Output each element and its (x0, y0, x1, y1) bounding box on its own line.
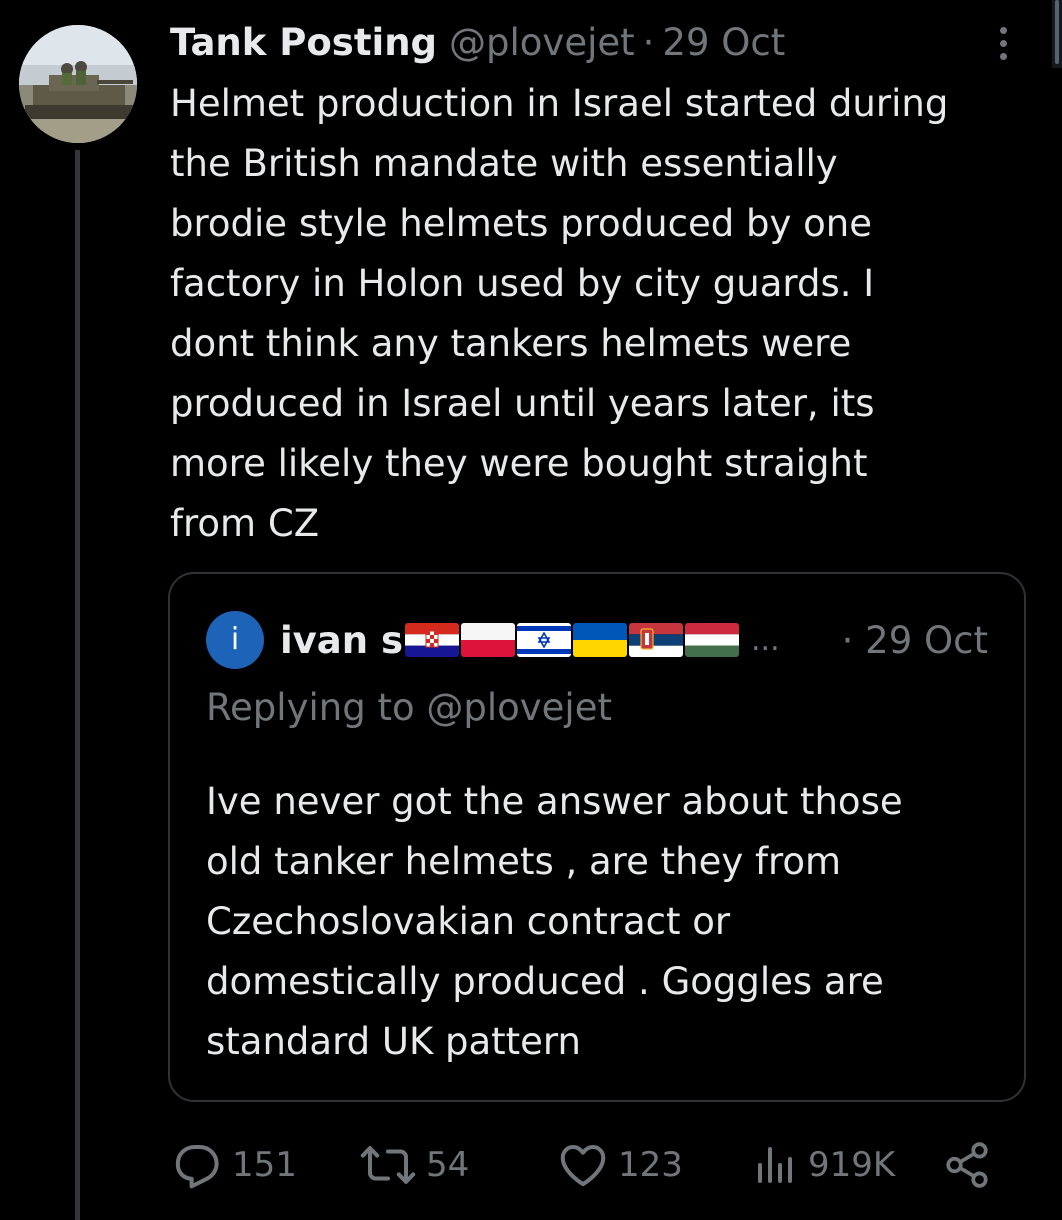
israel-flag (517, 623, 572, 657)
tweet-header: Tank Posting @plovejet · 29 Oct (170, 18, 785, 68)
header-separator: · (642, 21, 655, 64)
thread-line (75, 150, 80, 1220)
tweet-date[interactable]: 29 Oct (662, 18, 785, 68)
share-button[interactable] (942, 1135, 992, 1195)
quote-replying-to[interactable]: Replying to @plovejet (206, 682, 612, 734)
repost-button[interactable]: 54 (358, 1135, 469, 1195)
poland-flag (461, 623, 516, 657)
quote-display-name[interactable]: ivan s (280, 619, 403, 662)
more-dot (999, 26, 1007, 34)
tweet-page: Tank Posting @plovejet · 29 Oct Helmet p… (0, 0, 1062, 1220)
ukraine-flag (573, 623, 628, 657)
flag-emoji-list (405, 623, 740, 657)
name-truncation-ellipsis: ... (751, 622, 780, 658)
repost-count: 54 (426, 1145, 470, 1185)
author-handle[interactable]: @plovejet (449, 18, 635, 68)
action-bar: 151 54 123 919K (170, 1135, 1010, 1195)
quote-date[interactable]: · 29 Oct (842, 619, 988, 662)
repost-icon (360, 1146, 416, 1184)
quote-avatar[interactable]: i (206, 611, 264, 669)
tweet-text: Helmet production in Israel started duri… (170, 82, 949, 545)
like-icon (560, 1144, 606, 1187)
author-display-name[interactable]: Tank Posting (170, 18, 437, 68)
more-dot (999, 39, 1007, 47)
croatia-flag (405, 623, 460, 657)
views-icon (758, 1147, 792, 1183)
quoted-tweet[interactable]: i ivan s ... · 29 Oct Replying to @plove… (168, 572, 1026, 1102)
views-button[interactable]: 919K (752, 1135, 895, 1195)
quote-header: i ivan s ... · 29 Oct (206, 611, 988, 669)
hungary-flag (685, 623, 740, 657)
reply-icon (175, 1144, 219, 1189)
scrollbar-thumb[interactable] (1055, 0, 1059, 64)
author-avatar[interactable] (19, 25, 137, 143)
views-count: 919K (808, 1145, 896, 1185)
more-dot (999, 52, 1007, 60)
tank-photo-avatar (19, 25, 137, 143)
reply-button[interactable]: 151 (170, 1135, 297, 1195)
serbia-flag (629, 623, 684, 657)
reply-count: 151 (232, 1145, 297, 1185)
quote-text: Ive never got the answer about those old… (206, 780, 903, 1063)
like-button[interactable]: 123 (556, 1135, 683, 1195)
scrollbar[interactable] (1052, 0, 1062, 68)
like-count: 123 (618, 1145, 683, 1185)
share-icon (946, 1142, 988, 1188)
more-icon[interactable] (985, 22, 1021, 64)
